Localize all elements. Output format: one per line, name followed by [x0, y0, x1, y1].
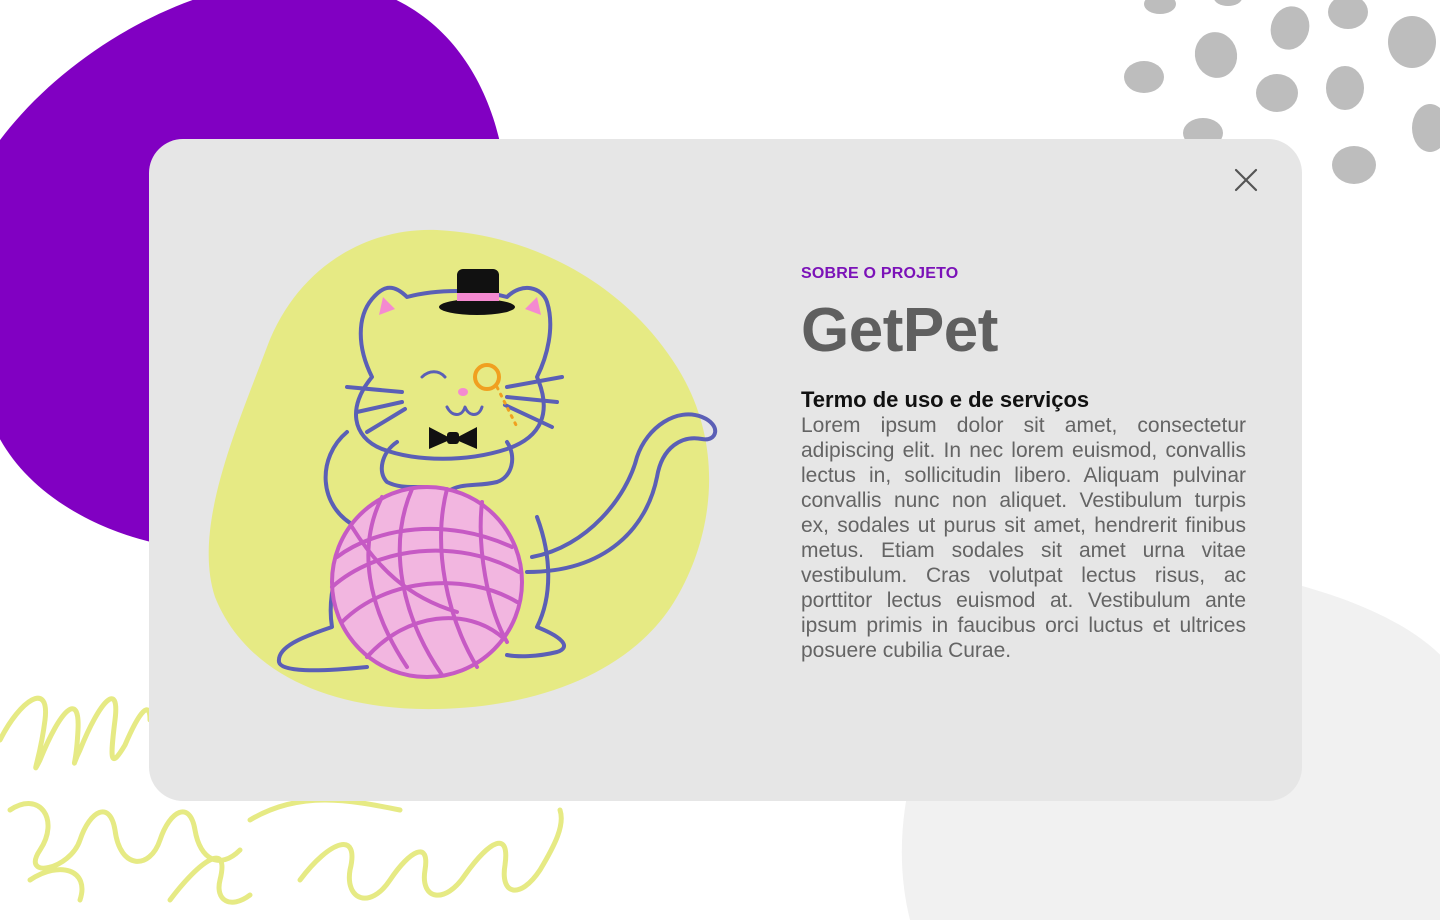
project-info: SOBRE O PROJETO GetPet Termo de uso e de… — [801, 263, 1246, 663]
yarn-ball-icon — [330, 485, 524, 679]
cat-nose — [458, 388, 468, 396]
close-button[interactable] — [1229, 163, 1263, 197]
cat-illustration — [208, 229, 718, 710]
page-title: GetPet — [801, 296, 998, 365]
page: SOBRE O PROJETO GetPet Termo de uso e de… — [0, 0, 1440, 920]
terms-body: Lorem ipsum dolor sit amet, consectetur … — [801, 414, 1246, 662]
section-eyebrow: SOBRE O PROJETO — [801, 265, 959, 282]
about-modal: SOBRE O PROJETO GetPet Termo de uso e de… — [149, 139, 1302, 801]
terms-heading: Termo de uso e de serviços — [801, 387, 1090, 412]
close-icon — [1234, 168, 1258, 192]
